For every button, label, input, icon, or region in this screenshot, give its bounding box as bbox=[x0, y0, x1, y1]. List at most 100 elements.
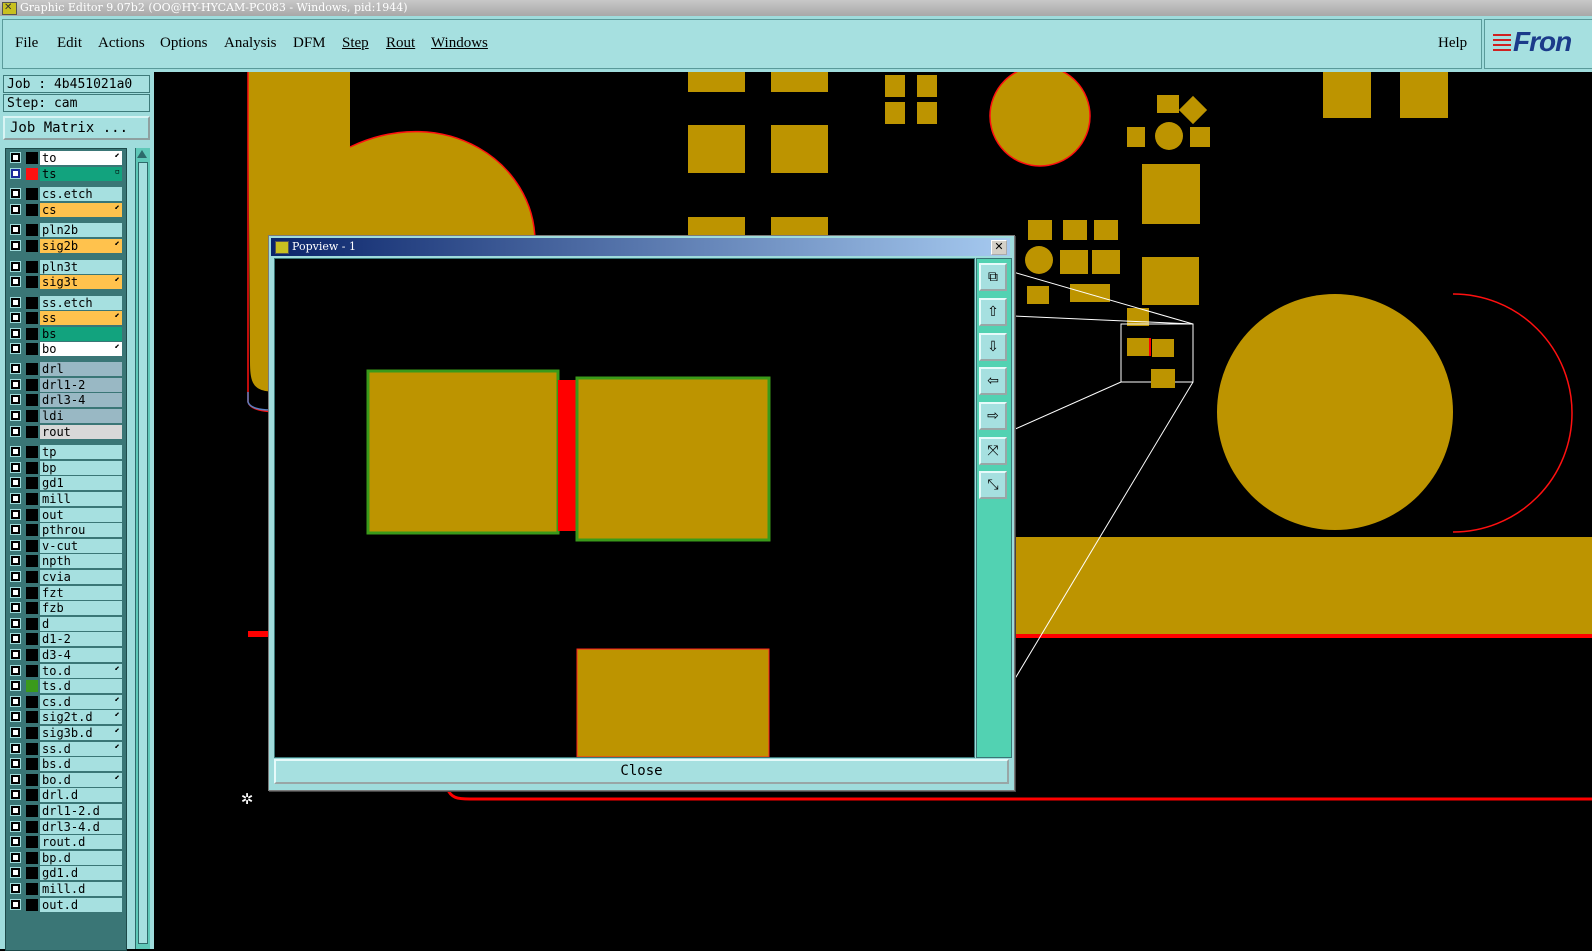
layer-name[interactable]: cs.etch bbox=[40, 187, 122, 202]
pan-down-icon[interactable]: ⇩ bbox=[979, 333, 1007, 361]
layer-row-cvia[interactable]: cvia bbox=[6, 570, 126, 584]
layer-display-color[interactable] bbox=[26, 493, 38, 505]
layer-row-cs.etch[interactable]: cs.etch bbox=[6, 187, 126, 202]
layer-row-ts.d[interactable]: ts.d bbox=[6, 679, 126, 694]
pan-up-icon[interactable]: ⇧ bbox=[979, 298, 1007, 326]
layer-display-color[interactable] bbox=[26, 342, 38, 355]
layer-checkbox[interactable] bbox=[10, 742, 21, 754]
layer-name[interactable]: out bbox=[40, 507, 122, 522]
layer-display-color[interactable] bbox=[26, 508, 38, 521]
layer-name[interactable]: rout.d bbox=[40, 835, 122, 850]
layer-display-color[interactable] bbox=[26, 727, 38, 739]
layer-checkbox[interactable] bbox=[10, 188, 21, 200]
layer-checkbox[interactable] bbox=[10, 586, 21, 598]
layer-checkbox[interactable] bbox=[10, 711, 21, 723]
layer-row-bo.d[interactable]: bo.d ⬋ bbox=[6, 772, 126, 787]
layer-name[interactable]: pln3t bbox=[40, 259, 122, 274]
layer-name[interactable]: pthrou bbox=[40, 523, 122, 538]
layer-display-color[interactable] bbox=[26, 571, 38, 583]
layer-display-color[interactable] bbox=[26, 240, 38, 252]
layer-name[interactable]: cs bbox=[40, 202, 122, 217]
layer-checkbox[interactable] bbox=[10, 363, 21, 375]
layer-name[interactable]: drl bbox=[40, 362, 122, 377]
layer-name[interactable]: sig3t bbox=[40, 275, 122, 290]
layer-row-sig2b[interactable]: sig2b ⬋ bbox=[6, 239, 126, 253]
layer-name[interactable]: to bbox=[40, 151, 122, 165]
layer-row-bs[interactable]: bs bbox=[6, 326, 126, 341]
layer-display-color[interactable] bbox=[26, 203, 38, 216]
zoom-in-icon[interactable]: ⤧ bbox=[979, 437, 1007, 465]
layer-row-cs[interactable]: cs ⬋ bbox=[6, 202, 126, 217]
layer-name[interactable]: mill.d bbox=[40, 882, 122, 896]
layer-name[interactable]: ts.d bbox=[40, 679, 122, 694]
layer-row-fzb[interactable]: fzb bbox=[6, 601, 126, 616]
layer-display-color[interactable] bbox=[26, 327, 38, 340]
layer-checkbox[interactable] bbox=[10, 539, 21, 551]
layer-checkbox[interactable] bbox=[10, 461, 21, 473]
layer-name[interactable]: bo.d bbox=[40, 772, 122, 787]
layer-name[interactable]: bp.d bbox=[40, 850, 122, 865]
layer-row-ss[interactable]: ss ⬋ bbox=[6, 311, 126, 326]
layer-display-color[interactable] bbox=[26, 711, 38, 724]
layer-display-color[interactable] bbox=[26, 664, 38, 677]
menu-dfm[interactable]: DFM bbox=[293, 35, 326, 52]
layer-name[interactable]: d bbox=[40, 616, 122, 631]
menu-rout[interactable]: Rout bbox=[386, 35, 415, 52]
layer-row-to[interactable]: to ⬋ bbox=[6, 151, 126, 165]
menu-options[interactable]: Options bbox=[160, 35, 208, 52]
layer-display-color[interactable] bbox=[26, 898, 38, 911]
layer-checkbox[interactable] bbox=[10, 773, 21, 785]
layer-row-d1-2[interactable]: d1-2 bbox=[6, 632, 126, 647]
layer-checkbox[interactable] bbox=[10, 867, 21, 879]
layer-display-color[interactable] bbox=[26, 586, 38, 599]
layer-row-fzt[interactable]: fzt bbox=[6, 585, 126, 600]
layer-display-color[interactable] bbox=[26, 836, 38, 849]
layer-checkbox[interactable] bbox=[10, 312, 21, 324]
layer-name[interactable]: drl1-2 bbox=[40, 377, 122, 392]
layer-name[interactable]: fzb bbox=[40, 601, 122, 616]
layer-display-color[interactable] bbox=[26, 188, 38, 201]
layer-checkbox[interactable] bbox=[10, 493, 21, 504]
layer-checkbox[interactable] bbox=[10, 602, 21, 614]
layer-checkbox[interactable] bbox=[10, 727, 21, 738]
menu-actions[interactable]: Actions bbox=[98, 35, 145, 52]
menu-windows[interactable]: Windows bbox=[431, 35, 488, 52]
layer-row-ss.d[interactable]: ss.d ⬋ bbox=[6, 741, 126, 756]
layer-checkbox[interactable] bbox=[10, 695, 21, 707]
layer-row-sig2t.d[interactable]: sig2t.d ⬋ bbox=[6, 710, 126, 725]
layer-row-out[interactable]: out bbox=[6, 507, 126, 522]
layer-display-color[interactable] bbox=[26, 680, 38, 693]
popview-title-bar[interactable]: Popview - 1 ✕ bbox=[271, 238, 1010, 256]
layer-checkbox[interactable] bbox=[10, 805, 21, 816]
layer-display-color[interactable] bbox=[26, 296, 38, 309]
layer-name[interactable]: gd1.d bbox=[40, 866, 122, 881]
layer-name[interactable]: drl.d bbox=[40, 788, 122, 803]
layer-row-mill[interactable]: mill bbox=[6, 492, 126, 506]
layer-display-color[interactable] bbox=[26, 805, 38, 817]
layer-checkbox[interactable] bbox=[10, 836, 21, 848]
layer-checkbox[interactable] bbox=[10, 508, 21, 520]
layer-row-pln2b[interactable]: pln2b bbox=[6, 223, 126, 238]
layer-display-color[interactable] bbox=[26, 539, 38, 552]
layer-row-sig3b.d[interactable]: sig3b.d ⬋ bbox=[6, 726, 126, 740]
scroll-up-icon[interactable] bbox=[137, 150, 147, 158]
layer-display-color[interactable] bbox=[26, 152, 38, 164]
layer-name[interactable]: bo bbox=[40, 341, 122, 356]
layer-checkbox[interactable] bbox=[10, 617, 21, 629]
layer-checkbox[interactable] bbox=[10, 276, 21, 288]
layer-display-color[interactable] bbox=[26, 602, 38, 615]
layer-checkbox[interactable] bbox=[10, 240, 21, 251]
layer-list-scrollbar[interactable] bbox=[135, 148, 150, 949]
zoom-fit-icon[interactable]: ⧉ bbox=[979, 263, 1007, 291]
layer-name[interactable]: sig2t.d bbox=[40, 710, 122, 725]
layer-checkbox[interactable] bbox=[10, 203, 21, 215]
layer-row-bs.d[interactable]: bs.d bbox=[6, 757, 126, 772]
layer-row-cs.d[interactable]: cs.d ⬋ bbox=[6, 694, 126, 709]
layer-checkbox[interactable] bbox=[10, 410, 21, 421]
layer-row-to.d[interactable]: to.d ⬋ bbox=[6, 663, 126, 678]
menu-analysis[interactable]: Analysis bbox=[224, 35, 277, 52]
layer-checkbox[interactable] bbox=[10, 820, 21, 832]
layer-row-ts[interactable]: ts ▫ bbox=[6, 166, 126, 181]
layer-checkbox[interactable] bbox=[10, 524, 21, 536]
layer-name[interactable]: d1-2 bbox=[40, 632, 122, 647]
